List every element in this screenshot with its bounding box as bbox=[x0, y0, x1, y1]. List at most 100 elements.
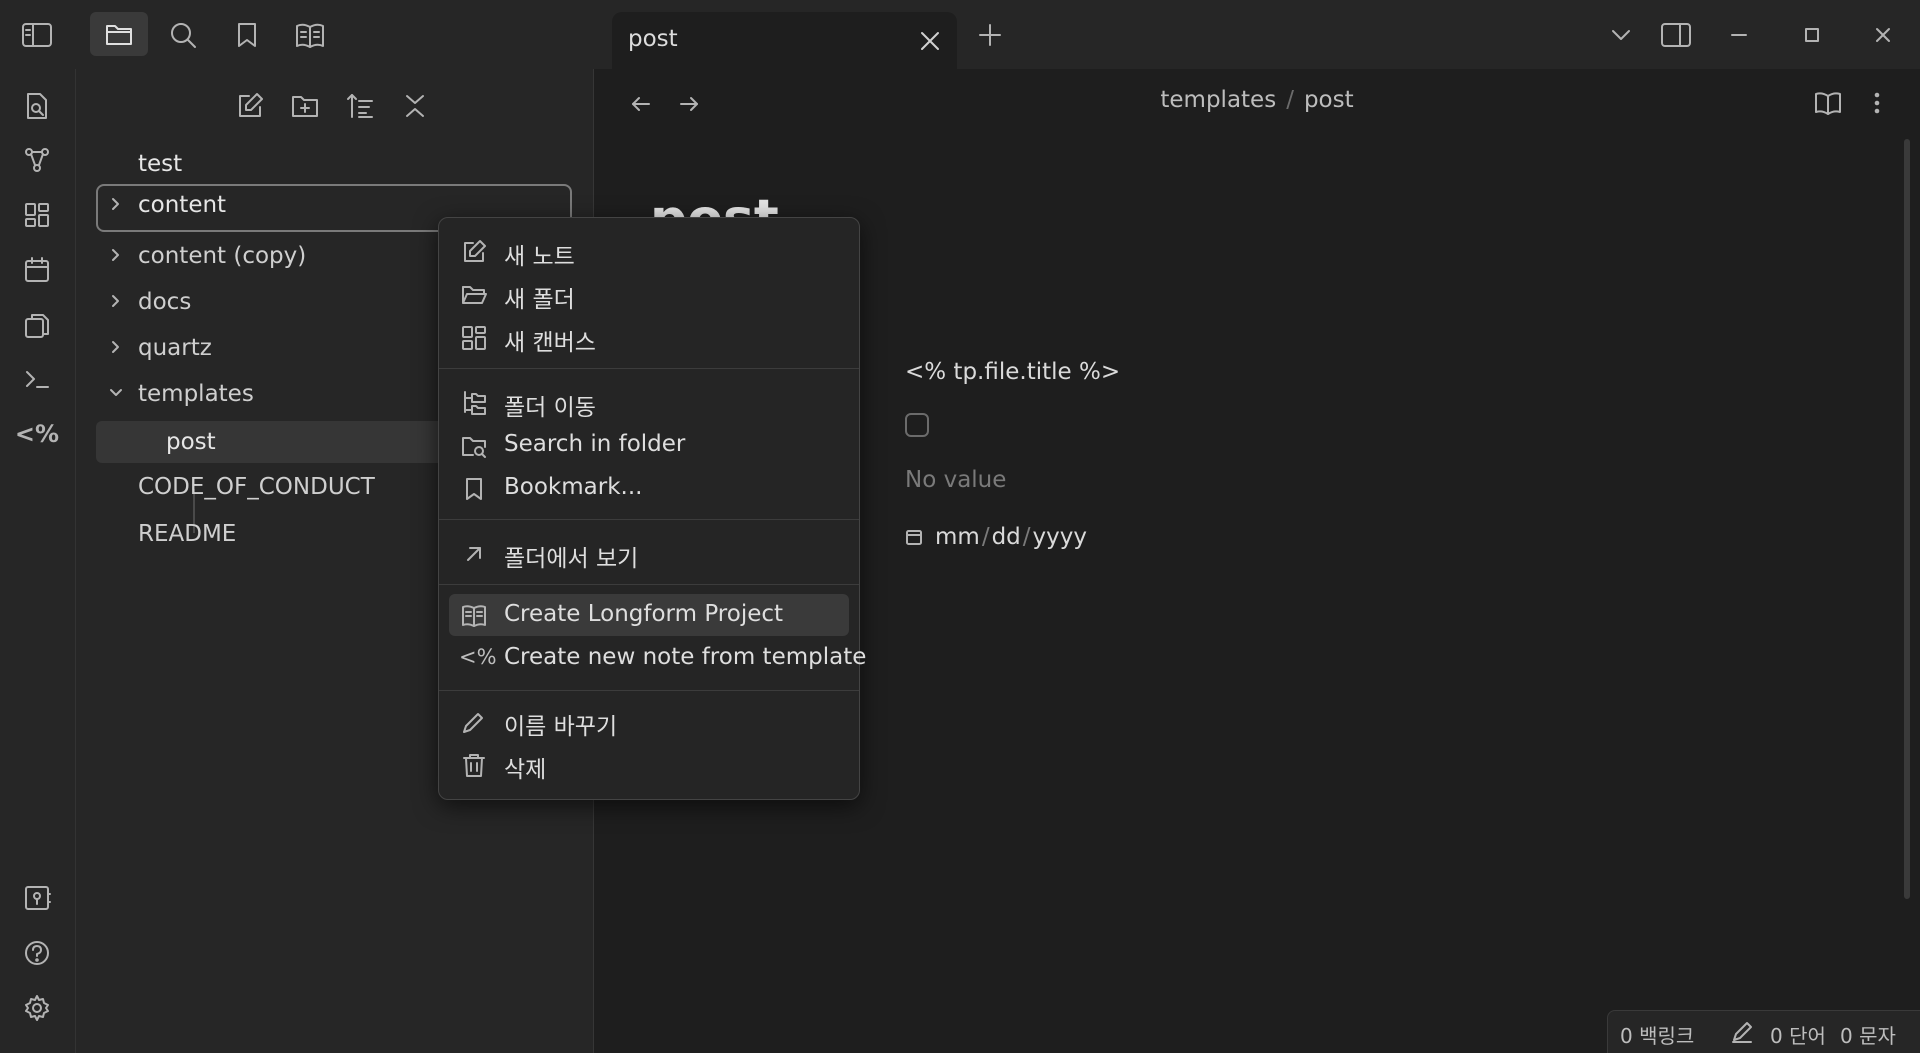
menu-divider bbox=[439, 690, 859, 691]
breadcrumb-file[interactable]: post bbox=[1304, 87, 1354, 113]
breadcrumb-separator: / bbox=[1286, 87, 1294, 113]
tree-item-label: quartz bbox=[138, 335, 212, 361]
tree-item-label: docs bbox=[138, 289, 192, 315]
templater-icon[interactable]: <% bbox=[15, 417, 59, 451]
pencil-icon bbox=[463, 713, 483, 733]
book-icon bbox=[462, 605, 486, 627]
tree-item-label: content (copy) bbox=[138, 243, 307, 269]
window-close-icon[interactable] bbox=[1866, 18, 1900, 52]
maximize-icon[interactable] bbox=[1795, 18, 1829, 52]
tree-item-label: test bbox=[138, 151, 183, 177]
copy-files-icon[interactable] bbox=[20, 308, 54, 342]
search-icon[interactable] bbox=[166, 18, 200, 52]
canvas-icon[interactable] bbox=[20, 198, 54, 232]
more-options-icon[interactable] bbox=[1862, 85, 1892, 121]
date-separator: / bbox=[981, 524, 990, 550]
menu-item-label: 새 폴더 bbox=[504, 287, 575, 313]
terminal-icon[interactable] bbox=[20, 362, 54, 396]
menu-item-label: Bookmark... bbox=[504, 474, 643, 500]
chevron-right-icon[interactable] bbox=[108, 196, 124, 212]
menu-item-label: Create Longform Project bbox=[504, 601, 784, 627]
scrollbar[interactable] bbox=[1904, 139, 1910, 899]
tab-post[interactable]: post bbox=[612, 12, 957, 69]
property-title-value[interactable]: <% tp.file.title %> bbox=[905, 359, 1120, 385]
pencil-icon[interactable] bbox=[1730, 1020, 1754, 1044]
menu-item-new-note[interactable]: 새 노트 bbox=[449, 230, 849, 272]
sort-order-icon[interactable] bbox=[343, 89, 377, 123]
calendar-icon[interactable] bbox=[905, 528, 923, 546]
new-tab-icon[interactable] bbox=[975, 20, 1005, 50]
new-folder-icon[interactable] bbox=[288, 89, 322, 123]
bookmark-icon bbox=[466, 478, 482, 500]
ribbon: <% bbox=[0, 69, 76, 1053]
menu-item-rename[interactable]: 이름 바꾸기 bbox=[449, 700, 849, 742]
status-backlinks[interactable]: 0 백링크 bbox=[1620, 1020, 1694, 1049]
trash-icon bbox=[463, 754, 485, 777]
status-bar: 0 백링크 0 단어 0 문자 bbox=[1607, 1010, 1920, 1053]
tree-item-label: CODE_OF_CONDUCT bbox=[138, 474, 375, 500]
menu-item-label: Create new note from template bbox=[504, 644, 867, 670]
settings-gear-icon[interactable] bbox=[20, 991, 54, 1025]
status-words: 0 단어 bbox=[1770, 1024, 1826, 1048]
templater-icon: <% bbox=[459, 645, 497, 669]
collapse-all-icon[interactable] bbox=[398, 89, 432, 123]
menu-divider bbox=[439, 584, 859, 585]
edit-icon bbox=[464, 240, 486, 262]
help-icon[interactable] bbox=[20, 936, 54, 970]
tree-item-file[interactable]: test bbox=[96, 143, 572, 185]
date-year: yyyy bbox=[1032, 524, 1087, 550]
menu-item-label: 이름 바꾸기 bbox=[504, 714, 618, 740]
tab-title: post bbox=[628, 26, 678, 52]
open-quick-switcher-icon[interactable] bbox=[20, 89, 54, 123]
breadcrumb-folder[interactable]: templates bbox=[1160, 87, 1276, 113]
menu-item-new-note-from-template[interactable]: <% Create new note from template bbox=[449, 637, 866, 679]
menu-item-label: 새 노트 bbox=[504, 244, 575, 270]
menu-item-label: 폴더에서 보기 bbox=[504, 546, 639, 572]
tree-item-label: README bbox=[138, 521, 237, 547]
arrow-up-right-icon bbox=[467, 547, 481, 561]
menu-item-new-folder[interactable]: 새 폴더 bbox=[449, 273, 849, 315]
tree-item-label: content bbox=[138, 192, 227, 218]
property-empty-value[interactable]: No value bbox=[905, 467, 1006, 493]
menu-item-label: 삭제 bbox=[504, 757, 547, 783]
tree-item-label: post bbox=[166, 429, 216, 455]
menu-item-delete[interactable]: 삭제 bbox=[449, 743, 849, 785]
folder-tree-icon bbox=[464, 391, 486, 415]
breadcrumb: templates / post bbox=[594, 87, 1920, 113]
close-icon[interactable] bbox=[918, 29, 942, 53]
chevron-down-icon[interactable] bbox=[108, 385, 124, 401]
menu-item-bookmark[interactable]: Bookmark... bbox=[449, 467, 849, 509]
menu-item-move-folder[interactable]: 폴더 이동 bbox=[449, 381, 849, 423]
menu-divider bbox=[439, 368, 859, 369]
longform-icon[interactable] bbox=[293, 18, 327, 52]
graph-view-icon[interactable] bbox=[20, 143, 54, 177]
date-separator: / bbox=[1022, 524, 1031, 550]
menu-item-search-in-folder[interactable]: Search in folder bbox=[449, 424, 849, 466]
templater-label: <% bbox=[14, 420, 60, 448]
chevron-right-icon[interactable] bbox=[108, 293, 124, 309]
property-checkbox[interactable] bbox=[905, 413, 929, 437]
menu-item-create-longform-project[interactable]: Create Longform Project bbox=[449, 594, 849, 636]
calendar-icon[interactable] bbox=[20, 253, 54, 287]
menu-item-new-canvas[interactable]: 새 캔버스 bbox=[449, 316, 849, 358]
title-bar: post bbox=[0, 0, 1920, 69]
sidebar-toggle-icon[interactable] bbox=[20, 18, 54, 52]
folder-search-icon bbox=[462, 437, 486, 458]
chevron-right-icon[interactable] bbox=[108, 247, 124, 263]
minimize-icon[interactable] bbox=[1722, 18, 1756, 52]
menu-item-reveal-in-folder[interactable]: 폴더에서 보기 bbox=[449, 532, 849, 574]
bookmarks-icon[interactable] bbox=[230, 18, 264, 52]
vault-switcher-icon[interactable] bbox=[20, 881, 54, 915]
reading-view-icon[interactable] bbox=[1810, 85, 1846, 121]
property-date-field[interactable]: mm / dd / yyyy bbox=[905, 524, 1087, 550]
chevron-right-icon[interactable] bbox=[108, 339, 124, 355]
new-note-icon[interactable] bbox=[233, 89, 267, 123]
menu-divider bbox=[439, 519, 859, 520]
canvas-icon bbox=[462, 326, 486, 350]
status-chars: 0 문자 bbox=[1840, 1024, 1896, 1048]
right-sidebar-toggle-icon[interactable] bbox=[1658, 18, 1694, 52]
tree-item-label: templates bbox=[138, 381, 254, 407]
tab-list-chevron-down-icon[interactable] bbox=[1604, 20, 1638, 50]
files-tab-icon[interactable] bbox=[90, 12, 148, 56]
menu-item-label: Search in folder bbox=[504, 431, 686, 457]
